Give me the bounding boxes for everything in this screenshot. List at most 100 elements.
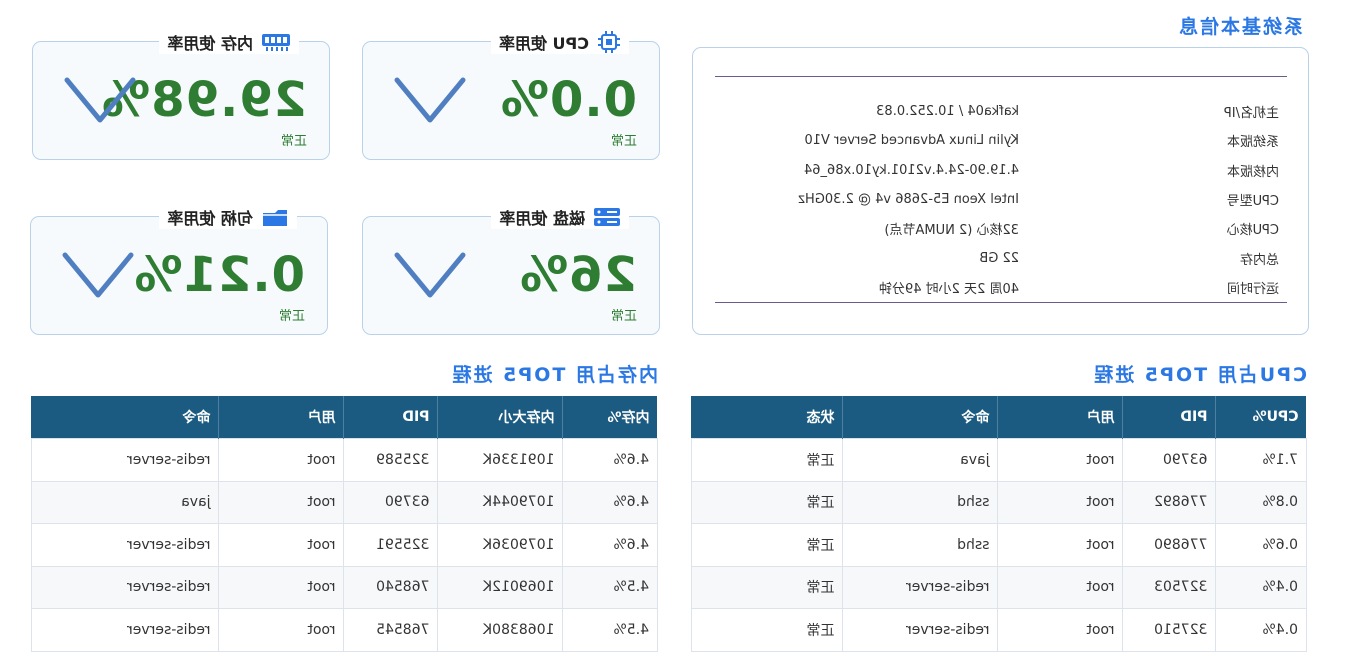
- mem-top-table: 内存% 内存大小 PID 用户 命令 4.6% 1091336K 325589 roo…: [31, 396, 658, 652]
- cpu-usage-status: 正常: [610, 134, 637, 149]
- handle-usage-card: 句柄 使用率 0.21% 正常: [30, 205, 328, 335]
- info-row: 运行时间 40周 2天 2小时 49分钟: [715, 272, 1287, 303]
- table-row[interactable]: 4.6% 1091336K 325589 root redis-server: [31, 438, 658, 481]
- cell-command: java: [31, 481, 219, 524]
- memory-usage-label: 内存 使用率: [167, 34, 253, 53]
- col-pid[interactable]: PID: [344, 396, 438, 439]
- cpu-top-title: CPU占用 TOP5 进程: [1092, 364, 1307, 386]
- cell-command: sshd: [843, 523, 998, 566]
- cell-size: 1079036K: [438, 523, 563, 566]
- cell-pid: 63790: [344, 481, 438, 524]
- mirrored-dashboard: 系统基本信息 项目 值 主机名/IP kafka04 / 10.252.0.83 …: [0, 0, 1348, 659]
- info-value: Kylin Linux Advanced Server V10: [804, 133, 1019, 149]
- cpu-chip-icon: [597, 30, 621, 54]
- info-key: 主机名/IP: [1223, 106, 1279, 122]
- col-mem-percent[interactable]: 内存%: [563, 396, 658, 439]
- disk-usage-value: 26%: [519, 247, 637, 303]
- cell-command: redis-server: [31, 438, 219, 481]
- cell-pid: 768545: [344, 608, 438, 651]
- handle-usage-label: 句柄 使用率: [167, 209, 253, 228]
- info-row: 系统版本 Kylin Linux Advanced Server V10: [715, 126, 1287, 155]
- cell-user: root: [219, 523, 344, 566]
- trend-down-icon: [394, 252, 466, 298]
- info-row: 主机名/IP kafka04 / 10.252.0.83: [715, 97, 1287, 126]
- info-value: 32核心 (2 NUMA节点): [884, 223, 1019, 239]
- info-value: Intel Xeon E5-2686 v4 @ 2.30GHz: [798, 192, 1019, 208]
- info-header-key: 项目: [1252, 81, 1279, 97]
- system-info-title: 系统基本信息: [1176, 16, 1303, 38]
- cell-user: root: [998, 481, 1123, 524]
- cell-pid: 776892: [1123, 481, 1216, 524]
- cell-user: root: [998, 608, 1123, 651]
- table-row[interactable]: 0.6% 776890 root sshd 正常: [691, 523, 1307, 566]
- cell-user: root: [998, 566, 1123, 609]
- cell-pid: 325591: [344, 523, 438, 566]
- cell-command: sshd: [843, 481, 998, 524]
- col-mem-size[interactable]: 内存大小: [438, 396, 563, 439]
- table-row[interactable]: 4.6% 1079044K 63790 root java: [31, 481, 658, 524]
- disk-usage-label: 磁盘 使用率: [499, 209, 585, 228]
- cpu-usage-header: CPU 使用率: [490, 30, 629, 54]
- cell-command: redis-server: [31, 608, 219, 651]
- memory-usage-header: 内存 使用率: [159, 30, 299, 54]
- col-command[interactable]: 命令: [31, 396, 219, 439]
- info-key: CPU核心: [1226, 223, 1279, 239]
- info-key: 内核版本: [1226, 164, 1279, 180]
- cell-user: root: [998, 523, 1123, 566]
- col-pid[interactable]: PID: [1123, 396, 1216, 439]
- cell-mem: 4.6%: [563, 438, 658, 481]
- cell-user: root: [219, 566, 344, 609]
- cell-size: 1079044K: [438, 481, 563, 524]
- table-row[interactable]: 7.1% 63790 root java 正常: [691, 438, 1307, 481]
- info-key: CPU型号: [1226, 194, 1279, 210]
- cell-size: 1069012K: [438, 566, 563, 609]
- col-cpu-percent[interactable]: CPU%: [1216, 396, 1307, 439]
- info-row: CPU核心 32核心 (2 NUMA节点): [715, 214, 1287, 243]
- cell-pid: 327503: [1123, 566, 1216, 609]
- folder-icon: [261, 206, 289, 228]
- cell-pid: 63790: [1123, 438, 1216, 481]
- cell-size: 1091336K: [438, 438, 563, 481]
- info-value: 22 GB: [979, 250, 1019, 266]
- cell-mem: 4.5%: [563, 566, 658, 609]
- hard-drive-icon: [593, 206, 621, 228]
- col-user[interactable]: 用户: [998, 396, 1123, 439]
- info-key: 系统版本: [1226, 135, 1279, 151]
- cpu-usage-card: CPU 使用率 0.0% 正常: [362, 30, 660, 160]
- handle-usage-header: 句柄 使用率: [159, 205, 297, 229]
- info-key: 总内存: [1239, 252, 1279, 268]
- table-row[interactable]: 4.6% 1079036K 325591 root redis-server: [31, 523, 658, 566]
- memory-usage-card: 内存 使用率 29.98% 正常: [32, 30, 330, 160]
- col-command[interactable]: 命令: [843, 396, 998, 439]
- table-row[interactable]: 0.8% 776892 root sshd 正常: [691, 481, 1307, 524]
- cell-status: 正常: [691, 608, 843, 651]
- cell-pid: 327510: [1123, 608, 1216, 651]
- cell-command: redis-server: [31, 566, 219, 609]
- col-user[interactable]: 用户: [219, 396, 344, 439]
- info-row: 内核版本 4.19.90-24.4.v2101.ky10.x86_64: [715, 156, 1287, 185]
- table-row[interactable]: 4.5% 1069012K 768540 root redis-server: [31, 566, 658, 609]
- info-key: 运行时间: [1226, 281, 1279, 297]
- cell-user: root: [219, 481, 344, 524]
- table-row[interactable]: 4.5% 1068380K 768545 root redis-server: [31, 608, 658, 651]
- info-value: 4.19.90-24.4.v2101.ky10.x86_64: [803, 162, 1019, 178]
- handle-usage-status: 正常: [278, 309, 305, 324]
- cell-mem: 4.6%: [563, 523, 658, 566]
- cell-status: 正常: [691, 438, 843, 481]
- cell-pid: 325589: [344, 438, 438, 481]
- trend-down-icon: [62, 252, 134, 298]
- disk-usage-header: 磁盘 使用率: [491, 205, 629, 229]
- table-row[interactable]: 0.4% 327510 root redis-server 正常: [691, 608, 1307, 651]
- table-row[interactable]: 0.4% 327503 root redis-server 正常: [691, 566, 1307, 609]
- system-info-table: 项目 值 主机名/IP kafka04 / 10.252.0.83 系统版本 Kyl…: [715, 76, 1287, 303]
- info-row: CPU型号 Intel Xeon E5-2686 v4 @ 2.30GHz: [715, 185, 1287, 214]
- cell-status: 正常: [691, 481, 843, 524]
- cell-command: redis-server: [31, 523, 219, 566]
- info-header-value: 值: [1005, 81, 1019, 97]
- cell-cpu: 0.4%: [1216, 566, 1307, 609]
- cell-cpu: 0.8%: [1216, 481, 1307, 524]
- cell-cpu: 7.1%: [1216, 438, 1307, 481]
- col-status[interactable]: 状态: [691, 396, 843, 439]
- info-value: kafka04 / 10.252.0.83: [876, 104, 1019, 120]
- system-info-card: 项目 值 主机名/IP kafka04 / 10.252.0.83 系统版本 Kyl…: [692, 47, 1309, 335]
